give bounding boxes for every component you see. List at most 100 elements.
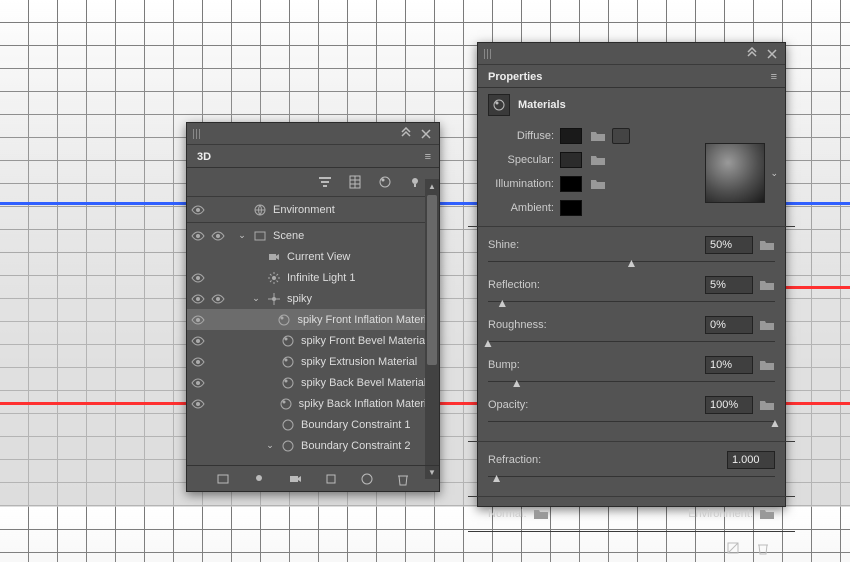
slider-folder-icon[interactable] [759,358,775,372]
secondary-eye-icon[interactable] [211,313,225,327]
tree-row-spiky-front-inflation-material[interactable]: spiky Front Inflation Material [187,309,439,330]
material-preview-sphere[interactable] [705,143,765,203]
ambient-swatch[interactable] [560,200,582,216]
slider-value-input[interactable] [705,396,753,414]
secondary-eye-icon[interactable] [211,292,225,306]
caret-icon[interactable]: ⌄ [251,293,261,304]
slider-thumb[interactable]: ▲ [511,376,523,386]
tree-row-spiky-back-inflation-material[interactable]: spiky Back Inflation Material [187,393,439,414]
panel-menu-icon[interactable]: ≡ [417,147,439,167]
slider-value-input[interactable] [705,276,753,294]
tab-properties[interactable]: Properties [478,67,552,87]
secondary-eye-icon[interactable] [211,250,225,264]
secondary-eye-icon[interactable] [211,397,225,411]
caret-icon[interactable]: ⌄ [237,230,247,241]
diffuse-folder-icon[interactable] [590,129,606,143]
tree-row-spiky[interactable]: ⌄spiky [187,288,439,309]
tree-row-current-view[interactable]: Current View [187,246,439,267]
render-icon[interactable] [359,471,375,487]
refraction-slider[interactable]: ▲ [488,470,775,484]
new-light-icon[interactable] [251,471,267,487]
visibility-eye-icon[interactable] [191,334,205,348]
environment-folder-icon[interactable] [759,507,775,521]
diffuse-texture-icon[interactable] [612,128,630,144]
secondary-eye-icon[interactable] [211,229,225,243]
specular-folder-icon[interactable] [590,153,606,167]
visibility-eye-icon[interactable] [191,313,205,327]
tree-row-boundary-constraint-2[interactable]: ⌄Boundary Constraint 2 [187,435,439,456]
visibility-eye-icon[interactable] [191,292,205,306]
slider-track[interactable]: ▲ [488,335,775,349]
tree-row-spiky-back-bevel-material[interactable]: spiky Back Bevel Material [187,372,439,393]
slider-value-input[interactable] [705,236,753,254]
normal-folder-icon[interactable] [533,507,549,521]
slider-track[interactable]: ▲ [488,375,775,389]
new-camera-icon[interactable] [287,471,303,487]
panel-3d-titlebar[interactable] [187,123,439,145]
close-icon[interactable] [765,47,779,61]
trash-icon[interactable] [395,471,411,487]
trash-icon[interactable] [755,540,771,556]
slider-thumb[interactable]: ▲ [482,336,494,346]
secondary-eye-icon[interactable] [211,334,225,348]
preview-menu-icon[interactable]: ⌄ [770,168,778,179]
visibility-eye-icon[interactable] [191,439,205,453]
light-icon[interactable] [407,174,423,190]
scroll-thumb[interactable] [427,195,437,365]
slider-value-input[interactable] [705,356,753,374]
tree-row-scene[interactable]: ⌄Scene [187,225,439,246]
slider-track[interactable]: ▲ [488,295,775,309]
filter-icon[interactable] [317,174,333,190]
material-icon[interactable] [377,174,393,190]
visibility-eye-icon[interactable] [191,271,205,285]
illumination-swatch[interactable] [560,176,582,192]
slider-folder-icon[interactable] [759,278,775,292]
visibility-eye-icon[interactable] [191,397,205,411]
visibility-eye-icon[interactable] [191,229,205,243]
secondary-eye-icon[interactable] [211,355,225,369]
tree-row-infinite-light-1[interactable]: Infinite Light 1 [187,267,439,288]
secondary-eye-icon[interactable] [211,376,225,390]
new-layer-icon[interactable] [215,471,231,487]
visibility-eye-icon[interactable] [191,376,205,390]
secondary-eye-icon[interactable] [211,418,225,432]
slider-track[interactable]: ▲ [488,415,775,429]
caret-icon[interactable]: ⌄ [265,440,275,451]
panel-menu-icon[interactable]: ≡ [763,67,785,87]
slider-thumb[interactable]: ▲ [626,256,638,266]
tree-row-spiky-extrusion-material[interactable]: spiky Extrusion Material [187,351,439,372]
secondary-eye-icon[interactable] [211,203,225,217]
secondary-eye-icon[interactable] [211,439,225,453]
tree-row-boundary-constraint-1[interactable]: Boundary Constraint 1 [187,414,439,435]
new-material-icon[interactable] [725,540,741,556]
panel-props-titlebar[interactable] [478,43,785,65]
visibility-eye-icon[interactable] [191,250,205,264]
collapse-icon[interactable] [399,127,413,141]
slider-value-input[interactable] [705,316,753,334]
specular-swatch[interactable] [560,152,582,168]
secondary-eye-icon[interactable] [211,271,225,285]
visibility-eye-icon[interactable] [191,418,205,432]
environment-link[interactable]: Environment: [688,507,775,521]
illumination-folder-icon[interactable] [590,177,606,191]
slider-folder-icon[interactable] [759,398,775,412]
mesh-icon[interactable] [347,174,363,190]
tree-row-environment[interactable]: Environment [187,199,439,220]
close-icon[interactable] [419,127,433,141]
slider-thumb[interactable]: ▲ [491,471,503,481]
tree-row-spiky-front-bevel-material[interactable]: spiky Front Bevel Material [187,330,439,351]
slider-folder-icon[interactable] [759,238,775,252]
slider-folder-icon[interactable] [759,318,775,332]
tab-3d[interactable]: 3D [187,147,221,167]
refraction-input[interactable] [727,451,775,469]
visibility-eye-icon[interactable] [191,203,205,217]
normal-link[interactable]: Normal: [488,507,549,521]
slider-thumb[interactable]: ▲ [769,416,781,426]
collapse-icon[interactable] [745,47,759,61]
visibility-eye-icon[interactable] [191,355,205,369]
slider-track[interactable]: ▲ [488,255,775,269]
slider-thumb[interactable]: ▲ [496,296,508,306]
diffuse-swatch[interactable] [560,128,582,144]
scroll-up-icon[interactable]: ▲ [425,179,439,193]
scrollbar[interactable]: ▲ ▼ [425,193,439,465]
